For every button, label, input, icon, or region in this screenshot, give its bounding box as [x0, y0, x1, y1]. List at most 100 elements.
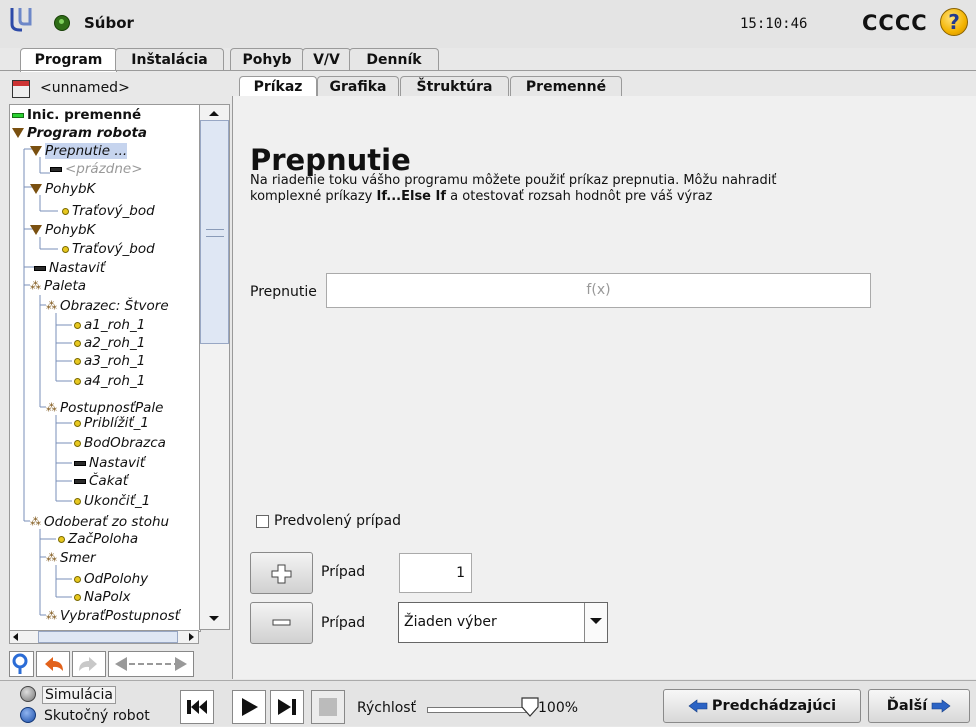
tree-item[interactable]: PohybK	[30, 180, 95, 198]
redo-button[interactable]	[72, 651, 106, 677]
green-command-icon	[12, 112, 24, 118]
waypoint-icon	[74, 497, 81, 505]
default-case-checkbox[interactable]	[256, 515, 269, 528]
waypoint-icon	[74, 321, 81, 329]
tab-move[interactable]: Pohyb	[230, 48, 304, 71]
scroll-right-arrow-icon[interactable]	[186, 632, 196, 642]
waypoint-icon	[74, 339, 81, 347]
case-select[interactable]: Žiaden výber	[398, 602, 608, 643]
tree-item[interactable]: a4_roh_1	[74, 372, 145, 390]
speed-label: Rýchlosť	[357, 700, 417, 716]
speed-slider[interactable]	[427, 707, 532, 713]
tree-item[interactable]: Program robota	[12, 124, 147, 142]
tree-item[interactable]: Ukončiť_1	[74, 492, 150, 510]
tree-item[interactable]: Inic. premenné	[12, 106, 141, 124]
step-button[interactable]	[270, 690, 304, 724]
tab-structure[interactable]: Štruktúra	[400, 76, 509, 97]
command-icon	[34, 265, 46, 271]
tab-variables[interactable]: Premenné	[510, 76, 622, 97]
waypoint-icon	[62, 245, 69, 253]
tree-item[interactable]: Traťový_bod	[62, 202, 155, 220]
file-menu[interactable]: Súbor	[84, 14, 134, 32]
file-status-icon[interactable]	[54, 15, 70, 31]
folder-triangle-icon	[30, 146, 42, 156]
scroll-up-arrow-icon[interactable]	[206, 108, 222, 118]
skip-back-icon	[187, 700, 207, 714]
scroll-left-arrow-icon[interactable]	[11, 632, 21, 642]
folder-triangle-icon	[12, 128, 24, 138]
skip-back-button[interactable]	[180, 690, 214, 724]
help-icon[interactable]: ?	[940, 8, 968, 36]
case-value-input[interactable]: 1	[399, 553, 472, 593]
tab-command[interactable]: Príkaz	[239, 76, 317, 98]
real-robot-label[interactable]: Skutočný robot	[44, 708, 150, 724]
program-name: <unnamed>	[40, 80, 130, 96]
dropdown-button[interactable]	[584, 603, 607, 642]
search-button[interactable]	[9, 651, 34, 677]
tab-program[interactable]: Program	[20, 48, 117, 72]
tree-item[interactable]: Nastaviť	[74, 454, 145, 472]
tree-item[interactable]: ⁂ Smer	[46, 549, 96, 567]
ur-logo-icon	[10, 8, 32, 32]
play-button[interactable]	[232, 690, 266, 724]
tab-installation[interactable]: Inštalácia	[115, 48, 224, 71]
tree-item[interactable]: Čakať	[74, 472, 128, 490]
tree-item[interactable]: Priblížiť_1	[74, 414, 149, 432]
folder-triangle-icon	[30, 225, 42, 235]
tree-item[interactable]: PohybK	[30, 221, 95, 239]
tree-item[interactable]: Traťový_bod	[62, 240, 155, 258]
tree-item[interactable]: ZačPoloha	[58, 530, 138, 548]
switch-expression-input[interactable]: f(x)	[326, 273, 871, 308]
tree-hscroll-thumb[interactable]	[38, 631, 178, 643]
next-button[interactable]: Ďalší	[868, 689, 970, 723]
tree-item[interactable]: NaPolx	[74, 588, 131, 606]
speed-value: 100%	[538, 700, 579, 716]
pallet-icon: ⁂	[46, 609, 57, 622]
remove-case-button[interactable]	[250, 602, 313, 644]
search-icon	[12, 653, 28, 674]
add-case-button[interactable]	[250, 552, 313, 594]
tree-item[interactable]: ⁂ Odoberať zo stohu	[30, 513, 169, 531]
tree-item[interactable]: a3_roh_1	[74, 352, 145, 370]
tree-item[interactable]: OdPolohy	[74, 570, 148, 588]
step-forward-icon	[278, 699, 296, 715]
scroll-grip-icon	[206, 229, 224, 237]
pallet-icon: ⁂	[46, 551, 57, 564]
tab-io[interactable]: V/V	[302, 48, 351, 71]
real-robot-radio[interactable]	[20, 707, 36, 723]
waypoint-icon	[62, 207, 69, 215]
move-node-button[interactable]	[108, 651, 194, 677]
undo-icon	[45, 657, 63, 671]
tab-graphics[interactable]: Grafika	[317, 76, 399, 97]
tree-item-selected[interactable]: Prepnutie ...	[30, 142, 128, 160]
arrow-left-icon	[688, 699, 708, 713]
tree-item[interactable]: BodObrazca	[74, 434, 166, 452]
waypoint-icon	[74, 439, 81, 447]
clock: 15:10:46	[740, 16, 808, 32]
undo-button[interactable]	[36, 651, 70, 677]
robot-name: CCCC	[862, 11, 928, 35]
scroll-down-arrow-icon[interactable]	[206, 614, 222, 624]
chevron-down-icon	[590, 618, 602, 624]
command-icon	[74, 478, 86, 484]
waypoint-icon	[74, 377, 81, 385]
tree-item[interactable]: Nastaviť	[34, 259, 105, 277]
pallet-icon: ⁂	[46, 401, 57, 414]
tree-item[interactable]: ⁂ VybraťPostupnosť	[46, 607, 180, 625]
simulation-label[interactable]: Simulácia	[42, 686, 116, 704]
tab-log[interactable]: Denník	[349, 48, 439, 71]
case-label: Prípad	[321, 615, 366, 631]
previous-button[interactable]: Predchádzajúci	[663, 689, 861, 723]
tree-item[interactable]: <prázdne>	[50, 160, 143, 178]
tree-item[interactable]: a2_roh_1	[74, 334, 145, 352]
program-tree[interactable]: Inic. premenné Program robota Prepnutie …	[9, 104, 201, 632]
tree-item[interactable]: a1_roh_1	[74, 316, 145, 334]
waypoint-icon	[58, 535, 65, 543]
stop-button[interactable]	[311, 690, 345, 724]
tab-divider	[0, 70, 976, 71]
tree-item[interactable]: ⁂ Obrazec: Štvore	[46, 297, 169, 315]
speed-slider-thumb[interactable]	[521, 697, 539, 717]
simulation-radio[interactable]	[20, 686, 36, 702]
tree-item[interactable]: ⁂ Paleta	[30, 277, 86, 295]
save-program-icon[interactable]	[12, 80, 30, 98]
